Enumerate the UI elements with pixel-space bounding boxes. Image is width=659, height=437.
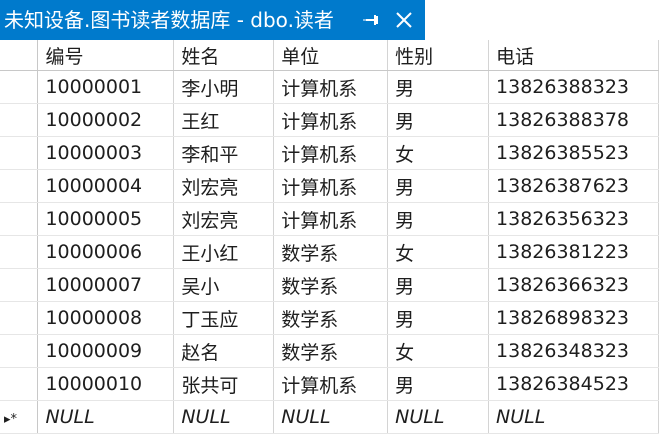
column-header[interactable]: 姓名	[173, 40, 275, 71]
table-cell[interactable]: 10000010	[37, 367, 175, 401]
row-selector[interactable]	[0, 334, 39, 368]
table-cell[interactable]: 王小红	[173, 235, 275, 269]
table-cell[interactable]: 计算机系	[273, 202, 389, 236]
table-cell[interactable]: 10000009	[37, 334, 175, 368]
null-cell[interactable]: NULL	[37, 400, 175, 434]
table-cell[interactable]: 男	[387, 367, 490, 401]
table-row[interactable]: 10000008 丁玉应 数学系男 13826898323	[0, 301, 659, 335]
table-cell[interactable]: 男	[387, 70, 490, 104]
table-cell[interactable]: 13826388378	[488, 103, 659, 137]
results-grid[interactable]: 编号 姓名 单位 性别 电话 10000001 李小明 计算机系男 13826388323 10…	[0, 40, 659, 437]
table-cell[interactable]: 张共可	[173, 367, 275, 401]
table-cell[interactable]: 男	[387, 268, 490, 302]
table-cell[interactable]: 13826356323	[488, 202, 659, 236]
table-row[interactable]: 10000007 吴小 数学系男 13826366323	[0, 268, 659, 302]
table-cell[interactable]: 王红	[173, 103, 275, 137]
new-row-marker[interactable]: ▸*	[0, 400, 39, 434]
new-row[interactable]: ▸* NULL NULL NULL NULL NULL	[0, 400, 659, 434]
table-cell[interactable]: 13826348323	[488, 334, 659, 368]
row-selector[interactable]	[0, 169, 39, 203]
header-row: 编号 姓名 单位 性别 电话	[0, 40, 659, 71]
table-cell[interactable]: 13826384523	[488, 367, 659, 401]
table-cell[interactable]: 男	[387, 169, 490, 203]
table-cell[interactable]: 男	[387, 202, 490, 236]
column-header[interactable]: 性别	[387, 40, 490, 71]
new-row-marker-icon: ▸*	[4, 412, 18, 427]
row-selector[interactable]	[0, 367, 39, 401]
null-cell[interactable]: NULL	[173, 400, 275, 434]
table-cell[interactable]: 计算机系	[273, 70, 389, 104]
tab-title: 未知设备.图书读者数据库 - dbo.读者	[4, 8, 334, 32]
row-selector[interactable]	[0, 70, 39, 104]
table-cell[interactable]: 10000005	[37, 202, 175, 236]
table-cell[interactable]: 吴小	[173, 268, 275, 302]
table-cell[interactable]: 10000007	[37, 268, 175, 302]
row-selector[interactable]	[0, 136, 39, 170]
table-cell[interactable]: 数学系	[273, 334, 389, 368]
column-header[interactable]: 编号	[37, 40, 175, 71]
pin-icon[interactable]	[362, 10, 382, 30]
table-cell[interactable]: 数学系	[273, 301, 389, 335]
table-cell[interactable]: 13826388323	[488, 70, 659, 104]
row-header-corner	[0, 40, 39, 71]
table-cell[interactable]: 13826387623	[488, 169, 659, 203]
table-cell[interactable]: 计算机系	[273, 136, 389, 170]
row-selector[interactable]	[0, 103, 39, 137]
table-cell[interactable]: 计算机系	[273, 169, 389, 203]
table-cell[interactable]: 赵名	[173, 334, 275, 368]
table-cell[interactable]: 13826366323	[488, 268, 659, 302]
table-cell[interactable]: 丁玉应	[173, 301, 275, 335]
row-selector[interactable]	[0, 301, 39, 335]
row-selector[interactable]	[0, 235, 39, 269]
table-cell[interactable]: 10000002	[37, 103, 175, 137]
table-cell[interactable]: 刘宏亮	[173, 169, 275, 203]
table-cell[interactable]: 男	[387, 301, 490, 335]
active-document-tab[interactable]: 未知设备.图书读者数据库 - dbo.读者	[0, 0, 425, 40]
row-selector[interactable]	[0, 202, 39, 236]
table-cell[interactable]: 计算机系	[273, 103, 389, 137]
table-cell[interactable]: 10000004	[37, 169, 175, 203]
table-cell[interactable]: 刘宏亮	[173, 202, 275, 236]
table-row[interactable]: 10000004 刘宏亮 计算机系男 13826387623	[0, 169, 659, 203]
table-row[interactable]: 10000005 刘宏亮 计算机系男 13826356323	[0, 202, 659, 236]
table-row[interactable]: 10000010 张共可 计算机系男 13826384523	[0, 367, 659, 401]
table-cell[interactable]: 13826381223	[488, 235, 659, 269]
table-cell[interactable]: 10000006	[37, 235, 175, 269]
close-icon[interactable]	[393, 9, 415, 31]
table-row[interactable]: 10000001 李小明 计算机系男 13826388323	[0, 70, 659, 104]
table-cell[interactable]: 男	[387, 103, 490, 137]
column-header[interactable]: 单位	[273, 40, 389, 71]
table-cell[interactable]: 李和平	[173, 136, 275, 170]
table-cell[interactable]: 13826385523	[488, 136, 659, 170]
null-cell[interactable]: NULL	[488, 400, 659, 434]
table-cell[interactable]: 数学系	[273, 268, 389, 302]
table-cell[interactable]: 女	[387, 136, 490, 170]
table-row[interactable]: 10000006 王小红 数学系女 13826381223	[0, 235, 659, 269]
row-selector[interactable]	[0, 268, 39, 302]
table-cell[interactable]: 10000003	[37, 136, 175, 170]
table-row[interactable]: 10000009 赵名 数学系女 13826348323	[0, 334, 659, 368]
table-cell[interactable]: 10000001	[37, 70, 175, 104]
table-cell[interactable]: 女	[387, 235, 490, 269]
table-cell[interactable]: 10000008	[37, 301, 175, 335]
table-cell[interactable]: 李小明	[173, 70, 275, 104]
table-cell[interactable]: 女	[387, 334, 490, 368]
column-header[interactable]: 电话	[488, 40, 659, 71]
table-cell[interactable]: 13826898323	[488, 301, 659, 335]
null-cell[interactable]: NULL	[273, 400, 389, 434]
table-cell[interactable]: 数学系	[273, 235, 389, 269]
table-cell[interactable]: 计算机系	[273, 367, 389, 401]
null-cell[interactable]: NULL	[387, 400, 490, 434]
grid-body: 10000001 李小明 计算机系男 13826388323 10000002 王红 计算机…	[0, 70, 659, 434]
data-table: 编号 姓名 单位 性别 电话 10000001 李小明 计算机系男 13826388323 10…	[0, 40, 659, 434]
table-row[interactable]: 10000002 王红 计算机系男 13826388378	[0, 103, 659, 137]
table-row[interactable]: 10000003 李和平 计算机系女 13826385523	[0, 136, 659, 170]
document-tab-strip: 未知设备.图书读者数据库 - dbo.读者	[0, 0, 659, 40]
